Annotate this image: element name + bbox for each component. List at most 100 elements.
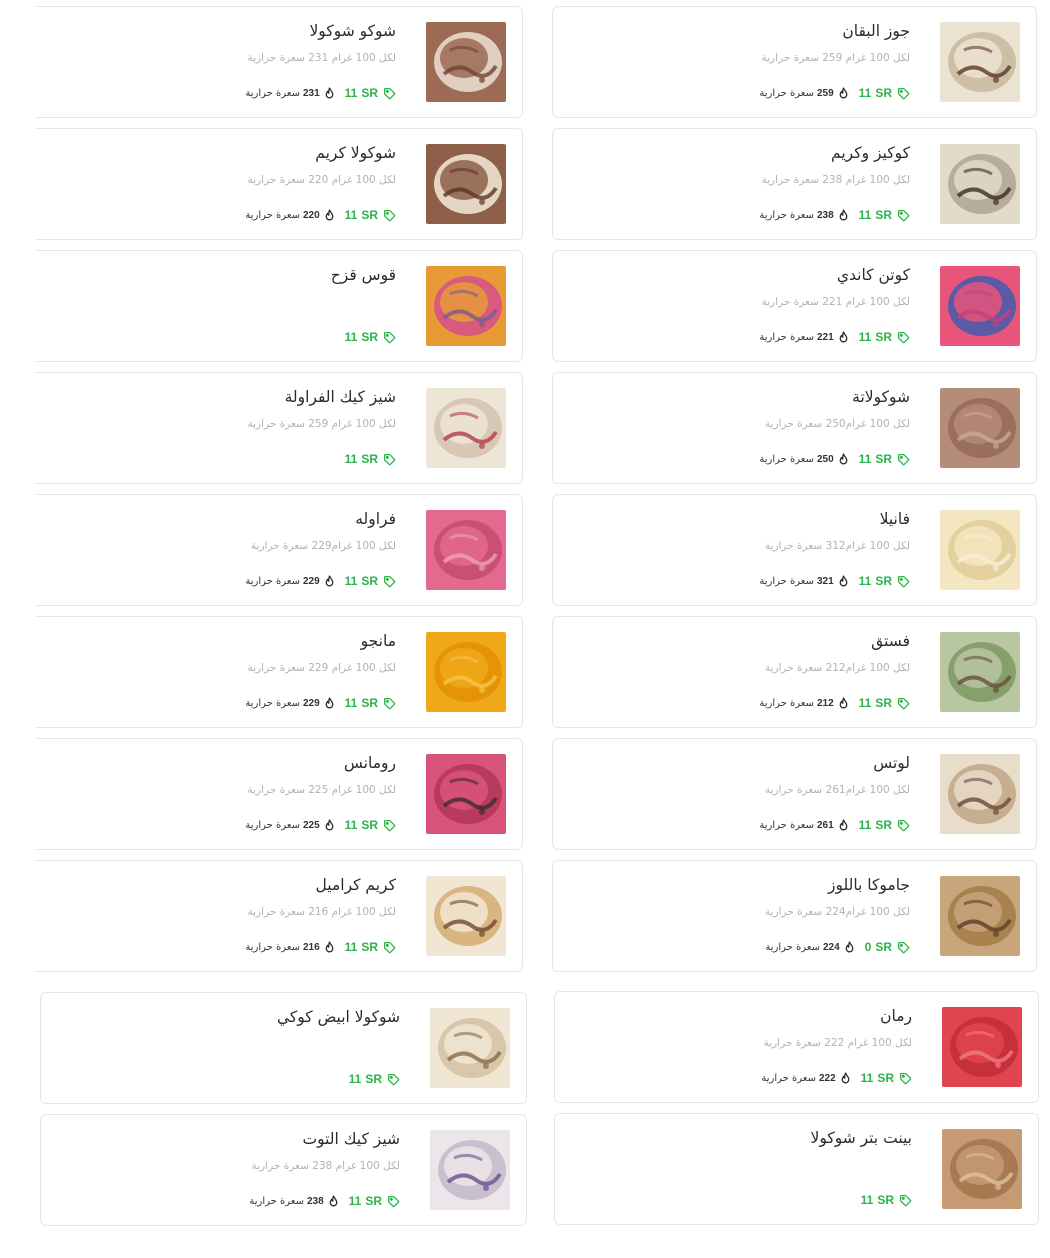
product-card[interactable]: رمان لكل 100 غرام 222 سعرة حرارية SR 11 222 س… [554,991,1039,1103]
price: SR 11 [861,1071,912,1085]
product-image[interactable] [940,388,1020,468]
product-name[interactable]: شوكولا ابيض كوكي [277,1008,400,1026]
price-tag-icon [378,87,396,100]
calories: 238 سعرة حرارية [759,208,849,222]
product-card[interactable]: لوتس لكل 100 غرام261 سعرة حرارية SR 11 261 سع… [552,738,1037,850]
product-name[interactable]: شوكولا كريم [315,144,396,162]
product-card[interactable]: كوكيز وكريم لكل 100 غرام 238 سعرة حرارية S… [552,128,1037,240]
product-image[interactable] [940,22,1020,102]
product-name[interactable]: مانجو [361,632,396,650]
product-name[interactable]: بينت بتر شوكولا [810,1129,912,1147]
product-name[interactable]: شوكو شوكولا [309,22,396,40]
product-name[interactable]: شوكولاتة [852,388,910,406]
product-name[interactable]: كوتن كاندي [837,266,910,284]
product-image[interactable] [426,22,506,102]
product-image[interactable] [426,510,506,590]
price-value: 11 [858,452,872,466]
product-image[interactable] [940,876,1020,956]
product-card[interactable]: شوكو شوكولا لكل 100 غرام 231 سعرة حرارية S… [36,6,523,118]
product-meta: SR 11 [345,452,396,466]
product-meta: SR 11 261 سعرة حرارية [759,818,910,832]
product-image[interactable] [942,1007,1022,1087]
product-card[interactable]: مانجو لكل 100 غرام 229 سعرة حرارية SR 11 229… [36,616,523,728]
price: SR 11 [859,86,910,100]
flame-icon [320,940,335,954]
product-name[interactable]: كريم كراميل [316,876,396,894]
calories-value: 229 [302,697,320,709]
product-card[interactable]: بينت بتر شوكولا SR 11 [554,1113,1039,1225]
product-image[interactable] [940,144,1020,224]
product-image[interactable] [940,510,1020,590]
product-image[interactable] [430,1008,510,1088]
product-name[interactable]: فستق [871,632,910,650]
currency-label: SR [875,208,892,222]
calories-value: 259 [816,87,834,99]
product-image[interactable] [426,144,506,224]
product-image[interactable] [942,1129,1022,1209]
product-meta: SR 11 212 سعرة حرارية [759,696,910,710]
product-card[interactable]: شوكولا كريم لكل 100 غرام 220 سعرة حرارية S… [36,128,523,240]
price-value: 11 [344,330,358,344]
product-card[interactable]: قوس قزح SR 11 [36,250,523,362]
product-card[interactable]: شيز كيك التوت لكل 100 غرام 238 سعرة حراري… [40,1114,527,1226]
product-card[interactable]: شوكولاتة لكل 100 غرام250 سعرة حرارية SR 11 2… [552,372,1037,484]
price-value: 11 [344,940,358,954]
product-card[interactable]: جوز البقان لكل 100 غرام 259 سعرة حرارية SR… [552,6,1037,118]
price-tag-icon [892,697,910,710]
product-image[interactable] [940,266,1020,346]
product-meta: SR 11 229 سعرة حرارية [245,574,396,588]
product-card[interactable]: فراوله لكل 100 غرام229 سعرة حرارية SR 11 229… [36,494,523,606]
product-card[interactable]: كوتن كاندي لكل 100 غرام 221 سعرة حرارية SR… [552,250,1037,362]
product-name[interactable]: شيز كيك التوت [303,1130,401,1148]
product-name[interactable]: رمان [880,1007,912,1025]
price: SR 11 [345,940,396,954]
calories: 238 سعرة حرارية [249,1194,338,1208]
calories-label: سعرة حرارية [245,941,300,953]
price-value: 11 [348,1072,362,1086]
price: SR 11 [345,696,396,710]
currency-label: SR [875,574,892,588]
product-card[interactable]: رومانس لكل 100 غرام 225 سعرة حرارية SR 11 22… [36,738,523,850]
currency-label: SR [361,208,378,222]
product-card[interactable]: شيز كيك الفراولة لكل 100 غرام 259 سعرة حر… [36,372,523,484]
calories-value: 216 [302,941,320,953]
product-card[interactable]: شوكولا ابيض كوكي SR 11 [40,992,527,1104]
product-image[interactable] [426,632,506,712]
product-image[interactable] [426,266,506,346]
product-card[interactable]: كريم كراميل لكل 100 غرام 216 سعرة حرارية S… [36,860,523,972]
product-image[interactable] [940,632,1020,712]
product-card[interactable]: جاموكا باللوز لكل 100 غرام224 سعرة حرارية… [552,860,1037,972]
product-name[interactable]: جوز البقان [842,22,910,40]
product-description: لكل 100 غرام261 سعرة حرارية [764,784,910,796]
price-tag-icon [378,819,396,832]
calories-label: سعرة حرارية [245,575,300,587]
product-meta: SR 11 [349,1072,400,1086]
product-name[interactable]: جاموكا باللوز [828,876,910,894]
calories-label: سعرة حرارية [765,941,820,953]
price: SR 11 [345,818,396,832]
product-name[interactable]: لوتس [873,754,910,772]
product-image[interactable] [430,1130,510,1210]
product-image[interactable] [426,754,506,834]
price-tag-icon [892,209,910,222]
product-name[interactable]: فراوله [355,510,396,528]
price: SR 11 [861,1193,912,1207]
product-name[interactable]: فانيلا [880,510,910,528]
product-card[interactable]: فانيلا لكل 100 غرام312 سعرة حرارية SR 11 321… [552,494,1037,606]
product-name[interactable]: شيز كيك الفراولة [285,388,396,406]
product-image[interactable] [426,876,506,956]
price: SR 11 [859,208,910,222]
product-description: لكل 100 غرام 231 سعرة حرارية [247,52,396,64]
product-card[interactable]: فستق لكل 100 غرام212 سعرة حرارية SR 11 212 سع… [552,616,1037,728]
price: SR 11 [345,574,396,588]
flame-icon [834,208,849,222]
product-image[interactable] [940,754,1020,834]
currency-label: SR [875,818,892,832]
product-name[interactable]: قوس قزح [331,266,396,284]
price-tag-icon [378,209,396,222]
product-image[interactable] [426,388,506,468]
product-name[interactable]: كوكيز وكريم [831,144,910,162]
price-tag-icon [892,453,910,466]
product-name[interactable]: رومانس [344,754,396,772]
calories: 231 سعرة حرارية [245,86,334,100]
